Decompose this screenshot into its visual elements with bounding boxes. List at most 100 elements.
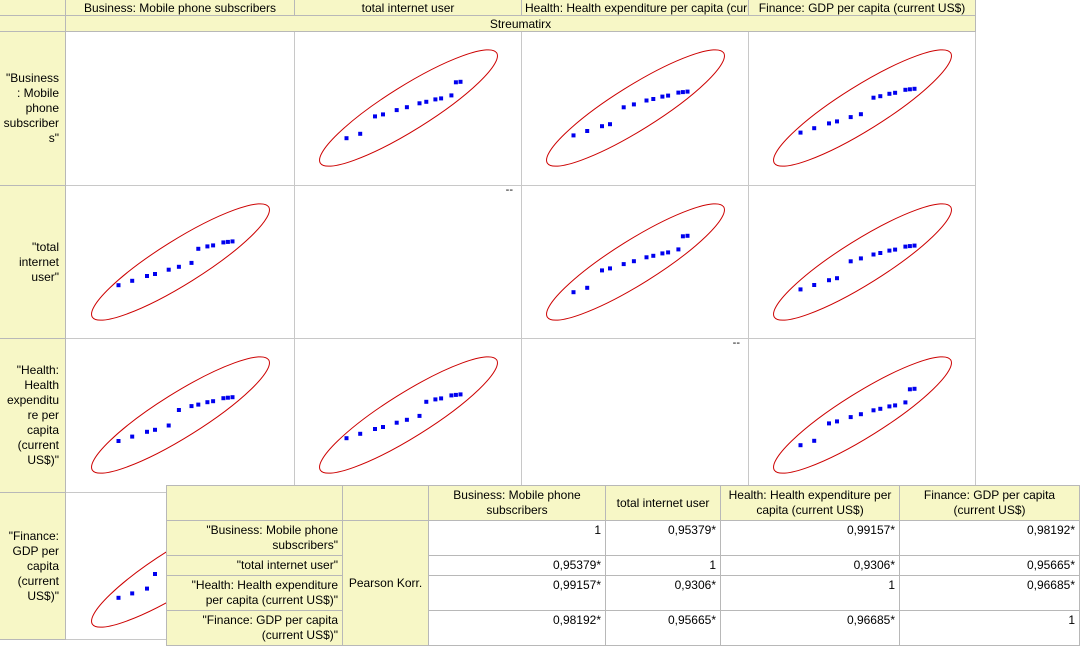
scatter-point <box>685 233 690 238</box>
column-header-1: Business: Mobile phone subscribers <box>66 0 295 16</box>
table-cell: 0,98192* <box>899 520 1080 556</box>
correlation-table: Business: Mobile phone subscribers total… <box>166 485 1080 646</box>
table-cell: 0,99157* <box>428 575 606 611</box>
scatter-point <box>571 133 576 138</box>
table-row: "Business: Mobile phone subscribers" Pea… <box>166 520 1080 646</box>
scatter-cell-r2-c2: -- <box>295 184 522 339</box>
scatter-point <box>858 256 863 261</box>
scatter-point <box>907 244 912 249</box>
scatter-point <box>600 124 604 129</box>
scatter-plot <box>319 49 498 167</box>
scatter-point <box>404 105 409 110</box>
scatter-point <box>153 572 157 576</box>
scatter-point <box>871 408 876 413</box>
scatter-point <box>130 434 135 439</box>
scatter-point <box>221 240 226 245</box>
scatter-point <box>651 253 656 258</box>
confidence-ellipse <box>319 356 498 474</box>
scatter-point <box>196 402 201 407</box>
table-cell: 0,9306* <box>605 575 721 611</box>
diagonal-mark: -- <box>732 337 740 349</box>
scatter-point <box>116 439 121 443</box>
table-cell: 0,96685* <box>720 610 900 646</box>
scatter-point <box>871 252 876 257</box>
scatter-point <box>903 244 908 249</box>
table-cell: 0,95379* <box>428 555 606 576</box>
table-row: "total internet user" 0,95379* 1 0,9306*… <box>166 555 1080 576</box>
scatter-point <box>196 246 201 251</box>
scatter-point <box>608 266 612 271</box>
scatter-point <box>585 129 590 133</box>
scatter-point <box>373 114 377 119</box>
scatter-plot <box>546 49 725 167</box>
scatter-point <box>631 102 636 107</box>
scatter-point <box>417 413 422 418</box>
scatter-point <box>424 99 429 104</box>
table-header-1: Business: Mobile phone subscribers <box>428 485 606 521</box>
scatter-point <box>166 423 171 428</box>
table-corner-2 <box>342 485 429 521</box>
scatter-point <box>812 283 817 287</box>
table-row: "Health: Health expenditure per capita (… <box>166 575 1080 611</box>
scatter-point <box>798 287 803 292</box>
scatter-point <box>404 417 409 422</box>
scatter-point <box>621 105 626 110</box>
table-row-label: "total internet user" <box>166 555 343 576</box>
row-header-4: "Finance: GDP per capita (current US$)" <box>0 493 66 640</box>
scatter-point <box>680 234 685 239</box>
diagonal-mark: -- <box>505 184 513 196</box>
scatter-point <box>176 264 181 269</box>
scatter-point <box>907 87 912 92</box>
scatter-point <box>621 262 626 267</box>
table-header-2: total internet user <box>605 485 721 521</box>
scatter-cell-r2-c3 <box>522 186 749 339</box>
table-header-3: Health: Health expenditure per capita (c… <box>720 485 900 521</box>
scatter-point <box>225 239 230 244</box>
scatter-point <box>644 255 649 260</box>
scatter-point <box>439 96 444 101</box>
scatter-point <box>912 243 917 248</box>
scatter-point <box>225 395 230 400</box>
scatter-point <box>680 90 685 95</box>
scatter-cell-r3-c1 <box>66 339 295 493</box>
table-header-4: Finance: GDP per capita (current US$) <box>899 485 1080 521</box>
scatter-point <box>835 419 839 424</box>
confidence-ellipse <box>91 356 270 474</box>
table-cell: 1 <box>605 555 721 576</box>
scatter-plot <box>773 356 952 474</box>
scatter-cell-r1-c3 <box>522 32 749 186</box>
scatter-point <box>903 87 908 92</box>
confidence-ellipse <box>546 49 725 167</box>
scatter-point <box>153 272 157 276</box>
scatter-point <box>381 425 385 429</box>
scatter-point <box>373 427 377 431</box>
scatter-point <box>424 399 429 404</box>
confidence-ellipse <box>773 49 952 167</box>
scatter-point <box>130 591 135 596</box>
scatter-point <box>903 400 908 405</box>
scatter-plot <box>773 49 952 167</box>
scatter-point <box>798 130 803 135</box>
row-header-2: "total internet user" <box>0 186 66 339</box>
confidence-ellipse <box>91 203 270 321</box>
scatter-point <box>812 438 817 443</box>
table-cell: 0,96685* <box>899 575 1080 611</box>
scatter-point <box>358 131 363 136</box>
table-corner <box>166 485 343 521</box>
scatter-point <box>893 90 898 95</box>
table-row-label: "Health: Health expenditure per capita (… <box>166 575 343 611</box>
scatter-point <box>221 396 226 401</box>
scatter-point <box>798 443 803 448</box>
scatter-point <box>893 403 898 408</box>
scatter-point <box>912 386 917 391</box>
scatter-point <box>205 244 210 249</box>
scatter-point <box>685 89 690 94</box>
column-header-2: total internet user <box>295 0 522 16</box>
scatter-point <box>912 86 917 91</box>
scatter-point <box>827 121 831 126</box>
table-cell: 0,98192* <box>428 610 606 646</box>
table-row: "Finance: GDP per capita (current US$)" … <box>166 610 1080 646</box>
scatter-point <box>878 406 883 411</box>
scatter-point <box>812 126 817 131</box>
scatter-point <box>858 412 863 417</box>
